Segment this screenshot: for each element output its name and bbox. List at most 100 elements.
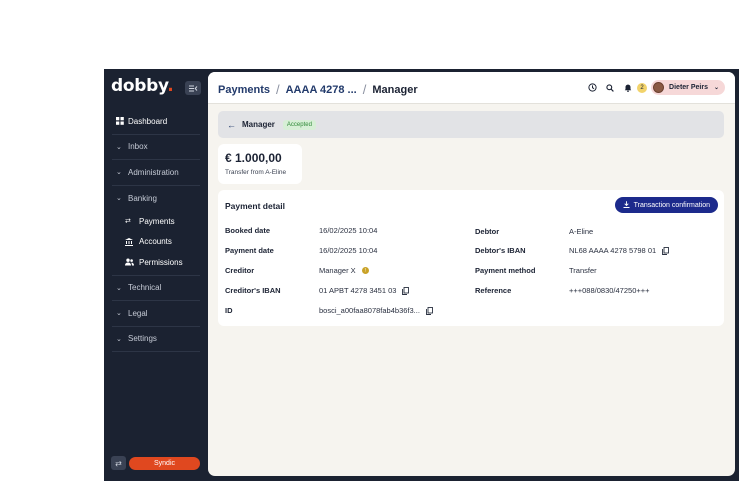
field-value: 16/02/2025 10:04 (319, 246, 378, 255)
bank-icon (125, 237, 139, 246)
sidebar-item-banking[interactable]: ⌄ Banking (112, 186, 200, 212)
download-icon (623, 200, 630, 210)
sidebar-item-label: Technical (128, 283, 162, 293)
syndic-button[interactable]: Syndic (129, 457, 200, 470)
collapse-icon (188, 85, 197, 91)
sidebar-item-dashboard[interactable]: Dashboard (112, 109, 200, 135)
detail-row-booked-date: Booked date 16/02/2025 10:04 (225, 226, 377, 235)
collapse-sidebar-button[interactable] (185, 81, 201, 95)
field-label: ID (225, 306, 233, 315)
search-icon[interactable] (603, 81, 617, 95)
users-icon (125, 258, 139, 266)
app-window: dobby. Dashboard ⌄ Inbox ⌄ Administratio… (104, 69, 739, 481)
sidebar-item-legal[interactable]: ⌄ Legal (112, 301, 200, 327)
creditor-name: Manager X (319, 266, 356, 275)
payment-detail-card: Payment detail Transaction confirmation … (218, 190, 724, 326)
field-value: Transfer (569, 266, 597, 275)
sidebar-item-label: Permissions (139, 257, 183, 267)
sidebar-item-settings[interactable]: ⌄ Settings (112, 327, 200, 352)
breadcrumb: Payments / AAAA 4278 ... / Manager (218, 82, 418, 97)
history-icon[interactable] (585, 81, 599, 95)
sidebar-nav: Dashboard ⌄ Inbox ⌄ Administration ⌄ Ban… (112, 109, 200, 352)
sidebar-item-label: Settings (128, 334, 157, 344)
notification-count-badge: 2 (637, 82, 648, 93)
sidebar-item-label: Administration (128, 167, 179, 177)
amount-subtitle: Transfer from A-Eline (225, 169, 287, 176)
copy-icon[interactable] (425, 306, 433, 315)
sidebar-item-label: Accounts (139, 237, 172, 247)
detail-row-debtor: Debtor A-Eline (475, 227, 593, 236)
switch-context-button[interactable]: ⇄ (111, 456, 126, 470)
sidebar-item-technical[interactable]: ⌄ Technical (112, 276, 200, 301)
detail-row-payment-method: Payment method Transfer (475, 266, 597, 275)
sidebar-item-inbox[interactable]: ⌄ Inbox (112, 135, 200, 160)
sidebar-item-label: Payments (139, 216, 175, 226)
detail-row-debtor-iban: Debtor's IBAN NL68 AAAA 4278 5798 01 (475, 246, 670, 255)
swap-icon: ⇄ (115, 458, 122, 468)
field-label: Booked date (225, 226, 271, 235)
payment-title: Manager (242, 120, 275, 129)
avatar (653, 82, 665, 93)
copy-icon[interactable] (662, 246, 670, 255)
transaction-confirmation-button[interactable]: Transaction confirmation (614, 197, 718, 213)
chevron-down-icon: ⌄ (116, 143, 122, 151)
copy-icon[interactable] (402, 286, 410, 295)
payment-amount: € 1.000,00 (225, 151, 282, 165)
sidebar-item-payments[interactable]: ⇄ Payments (112, 211, 200, 232)
sidebar-item-administration[interactable]: ⌄ Administration (112, 160, 200, 186)
breadcrumb-account[interactable]: AAAA 4278 ... (286, 84, 357, 96)
chevron-down-icon: ⌄ (116, 310, 122, 318)
breadcrumb-separator: / (275, 82, 280, 97)
sidebar-item-label: Legal (128, 308, 148, 318)
bell-icon[interactable] (621, 81, 635, 95)
field-value: Manager X ! (319, 266, 369, 275)
breadcrumb-separator: / (362, 82, 367, 97)
user-menu[interactable]: Dieter Peirs ⌄ (651, 80, 725, 95)
dashboard-icon (116, 117, 126, 126)
sidebar-item-permissions[interactable]: Permissions (112, 252, 200, 273)
sidebar-item-label: Banking (128, 193, 157, 203)
chevron-down-icon: ⌄ (116, 284, 122, 292)
detail-row-payment-date: Payment date 16/02/2025 10:04 (225, 246, 377, 255)
section-title: Payment detail (225, 201, 285, 211)
debtor-iban: NL68 AAAA 4278 5798 01 (569, 246, 657, 255)
user-name: Dieter Peirs (669, 84, 708, 91)
topbar-actions: 2 Dieter Peirs ⌄ (581, 80, 725, 95)
payment-id: bosci_a00faa8078fab4b36f3... (319, 306, 420, 315)
field-label: Payment method (475, 266, 536, 275)
logo: dobby. (111, 76, 174, 96)
main-content: Payments / AAAA 4278 ... / Manager 2 Die… (208, 72, 735, 476)
detail-row-reference: Reference +++088/0830/47250+++ (475, 286, 650, 295)
field-label: Creditor's IBAN (225, 286, 281, 295)
status-badge: Accepted (282, 119, 316, 130)
sidebar: dobby. Dashboard ⌄ Inbox ⌄ Administratio… (104, 69, 208, 481)
detail-row-creditor-iban: Creditor's IBAN 01 APBT 4278 3451 03 (225, 286, 410, 295)
payment-header: ← Manager Accepted (218, 111, 724, 138)
field-value: bosci_a00faa8078fab4b36f3... (319, 306, 433, 315)
sidebar-item-accounts[interactable]: Accounts (112, 232, 200, 253)
sidebar-item-label: Dashboard (128, 116, 168, 126)
chevron-down-icon: ⌄ (116, 195, 122, 203)
chevron-down-icon: ⌄ (116, 335, 122, 343)
field-label: Debtor's IBAN (475, 246, 526, 255)
button-label: Transaction confirmation (633, 201, 710, 209)
chevron-down-icon: ⌄ (116, 169, 122, 177)
field-value: NL68 AAAA 4278 5798 01 (569, 246, 670, 255)
detail-row-id: ID bosci_a00faa8078fab4b36f3... (225, 306, 433, 315)
amount-card: € 1.000,00 Transfer from A-Eline (218, 144, 302, 184)
sidebar-item-label: Inbox (128, 142, 148, 152)
banking-submenu: ⇄ Payments Accounts Permissions (112, 211, 200, 276)
field-value: A-Eline (569, 227, 594, 236)
warning-icon[interactable]: ! (361, 267, 369, 274)
chevron-down-icon: ⌄ (713, 85, 719, 91)
field-value: 16/02/2025 10:04 (319, 226, 378, 235)
topbar: Payments / AAAA 4278 ... / Manager 2 Die… (208, 72, 735, 104)
field-value: 01 APBT 4278 3451 03 (319, 286, 410, 295)
back-arrow-icon[interactable]: ← (227, 120, 236, 130)
field-label: Creditor (225, 266, 255, 275)
creditor-iban: 01 APBT 4278 3451 03 (319, 286, 397, 295)
field-label: Debtor (475, 227, 500, 236)
transfer-icon: ⇄ (125, 218, 131, 226)
field-label: Payment date (225, 246, 274, 255)
breadcrumb-payments[interactable]: Payments (218, 84, 270, 96)
